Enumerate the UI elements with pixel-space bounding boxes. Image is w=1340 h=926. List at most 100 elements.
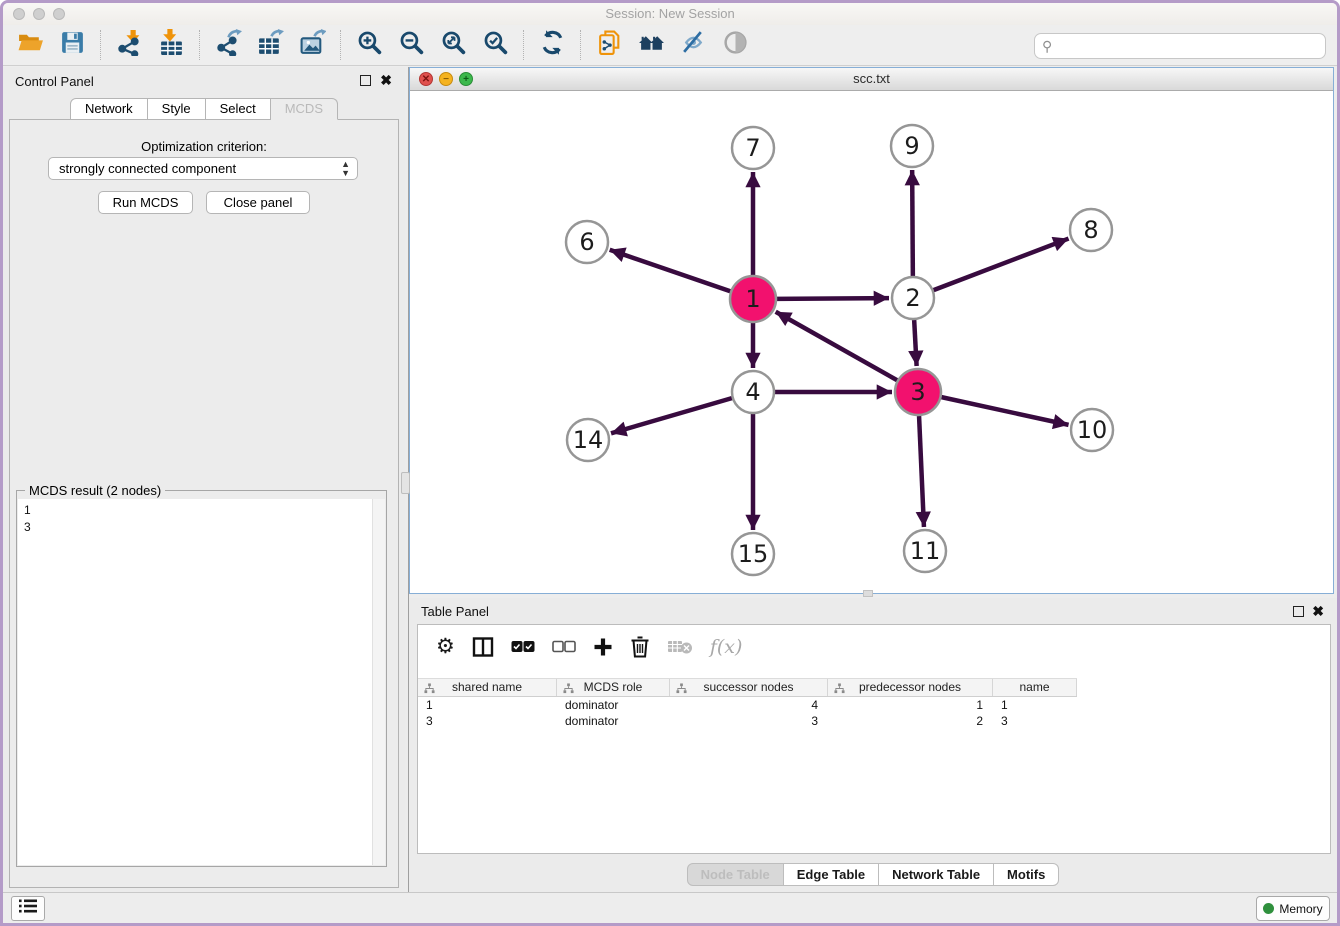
table-tab-motifs[interactable]: Motifs xyxy=(994,863,1059,886)
node-3[interactable]: 3 xyxy=(895,369,941,415)
table-options-icon[interactable]: ⚙ xyxy=(436,632,455,662)
network-canvas[interactable]: 1 2 3 4 6 7 8 9 10 11 14 15 xyxy=(410,91,1333,593)
cell-MCDS-role[interactable]: dominator xyxy=(557,714,670,730)
cell-name[interactable]: 3 xyxy=(993,714,1077,730)
function-builder-icon[interactable]: f(x) xyxy=(710,632,743,662)
share-network-button[interactable] xyxy=(588,27,630,63)
export-table-button[interactable] xyxy=(249,27,291,63)
toggle-graphics-details-button[interactable] xyxy=(672,27,714,63)
edge-2-8[interactable] xyxy=(934,239,1069,291)
select-all-icon[interactable] xyxy=(511,632,535,662)
cell-name[interactable]: 1 xyxy=(993,698,1077,714)
minimize-window-button[interactable] xyxy=(33,8,45,20)
cell-successor-nodes[interactable]: 3 xyxy=(670,714,828,730)
memory-status-icon xyxy=(1263,903,1274,914)
home-button[interactable] xyxy=(630,27,672,63)
delete-table-icon[interactable] xyxy=(667,632,693,662)
table-tab-edge-table[interactable]: Edge Table xyxy=(784,863,879,886)
show-columns-icon[interactable] xyxy=(472,632,494,662)
birds-eye-view-button[interactable] xyxy=(714,27,756,63)
apply-preferred-layout-button[interactable] xyxy=(531,27,573,63)
application-window: Session: New Session xyxy=(0,0,1340,926)
criterion-select[interactable]: strongly connected component ▲▼ xyxy=(48,157,358,180)
table-tab-node-table[interactable]: Node Table xyxy=(687,863,784,886)
node-9[interactable]: 9 xyxy=(891,125,933,167)
edge-3-1[interactable] xyxy=(776,312,897,380)
cell-successor-nodes[interactable]: 4 xyxy=(670,698,828,714)
result-scrollbar[interactable] xyxy=(372,499,385,865)
delete-column-icon[interactable] xyxy=(630,632,650,662)
zoom-out-button[interactable] xyxy=(390,27,432,63)
task-history-button[interactable] xyxy=(11,896,45,921)
control-tab-style[interactable]: Style xyxy=(148,98,206,120)
fit-content-button[interactable] xyxy=(432,27,474,63)
table-tab-network-table[interactable]: Network Table xyxy=(879,863,994,886)
cell-shared-name[interactable]: 1 xyxy=(418,698,557,714)
cell-predecessor-nodes[interactable]: 2 xyxy=(828,714,993,730)
run-mcds-button[interactable]: Run MCDS xyxy=(98,191,193,214)
float-table-panel-icon[interactable] xyxy=(1293,606,1304,617)
edge-1-6[interactable] xyxy=(610,250,731,291)
column-header-predecessor-nodes[interactable]: predecessor nodes xyxy=(828,679,993,696)
control-tab-select[interactable]: Select xyxy=(206,98,271,120)
zoom-selected-button[interactable] xyxy=(474,27,516,63)
cell-MCDS-role[interactable]: dominator xyxy=(557,698,670,714)
export-image-button[interactable] xyxy=(291,27,333,63)
edge-1-2[interactable] xyxy=(777,298,889,299)
close-window-button[interactable] xyxy=(13,8,25,20)
criterion-value: strongly connected component xyxy=(59,161,236,176)
import-network-button[interactable] xyxy=(108,27,150,63)
cell-predecessor-nodes[interactable]: 1 xyxy=(828,698,993,714)
edge-2-9[interactable] xyxy=(912,170,913,276)
search-input[interactable]: ⚲ xyxy=(1034,33,1326,59)
node-2[interactable]: 2 xyxy=(892,277,934,319)
edge-2-3[interactable] xyxy=(914,320,916,366)
node-10[interactable]: 10 xyxy=(1071,409,1113,451)
control-tab-mcds[interactable]: MCDS xyxy=(271,98,338,120)
zoom-selected-icon xyxy=(482,29,509,61)
edge-3-10[interactable] xyxy=(941,397,1068,425)
column-header-MCDS-role[interactable]: MCDS role xyxy=(557,679,670,696)
float-panel-icon[interactable] xyxy=(360,75,371,86)
panel-divider-handle[interactable] xyxy=(401,472,410,494)
table-row[interactable]: 3dominator323 xyxy=(418,714,1077,730)
zoom-in-button[interactable] xyxy=(348,27,390,63)
open-file-button[interactable] xyxy=(9,27,51,63)
edge-4-14[interactable] xyxy=(611,398,732,433)
svg-text:8: 8 xyxy=(1083,216,1098,244)
toolbar-separator xyxy=(523,30,524,60)
minimize-view-button[interactable]: − xyxy=(439,72,453,86)
window-title: Session: New Session xyxy=(3,3,1337,25)
node-8[interactable]: 8 xyxy=(1070,209,1112,251)
close-table-panel-icon[interactable]: ✖ xyxy=(1312,603,1324,620)
column-header-successor-nodes[interactable]: successor nodes xyxy=(670,679,828,696)
column-header-shared-name[interactable]: shared name xyxy=(418,679,557,696)
column-header-name[interactable]: name xyxy=(993,679,1077,696)
edge-3-11[interactable] xyxy=(919,416,924,527)
node-11[interactable]: 11 xyxy=(904,530,946,572)
maximize-view-button[interactable]: + xyxy=(459,72,473,86)
close-panel-button[interactable]: Close panel xyxy=(206,191,310,214)
node-4[interactable]: 4 xyxy=(732,371,774,413)
svg-text:15: 15 xyxy=(738,540,769,568)
save-session-button[interactable] xyxy=(51,27,93,63)
control-tab-network[interactable]: Network xyxy=(70,98,148,120)
close-view-button[interactable]: ✕ xyxy=(419,72,433,86)
import-table-button[interactable] xyxy=(150,27,192,63)
add-column-icon[interactable] xyxy=(593,632,613,662)
cell-shared-name[interactable]: 3 xyxy=(418,714,557,730)
table-row[interactable]: 1dominator411 xyxy=(418,698,1077,714)
node-14[interactable]: 14 xyxy=(567,419,609,461)
mcds-result-text[interactable]: 1 3 xyxy=(18,499,385,865)
node-7[interactable]: 7 xyxy=(732,127,774,169)
close-panel-icon[interactable]: ✖ xyxy=(380,72,392,88)
node-15[interactable]: 15 xyxy=(732,533,774,575)
export-network-button[interactable] xyxy=(207,27,249,63)
graph: 1 2 3 4 6 7 8 9 10 11 14 15 xyxy=(410,91,1335,594)
node-6[interactable]: 6 xyxy=(566,221,608,263)
node-1[interactable]: 1 xyxy=(730,276,776,322)
split-divider-handle[interactable] xyxy=(863,590,873,597)
memory-button[interactable]: Memory xyxy=(1256,896,1330,921)
zoom-window-button[interactable] xyxy=(53,8,65,20)
deselect-all-icon[interactable] xyxy=(552,632,576,662)
